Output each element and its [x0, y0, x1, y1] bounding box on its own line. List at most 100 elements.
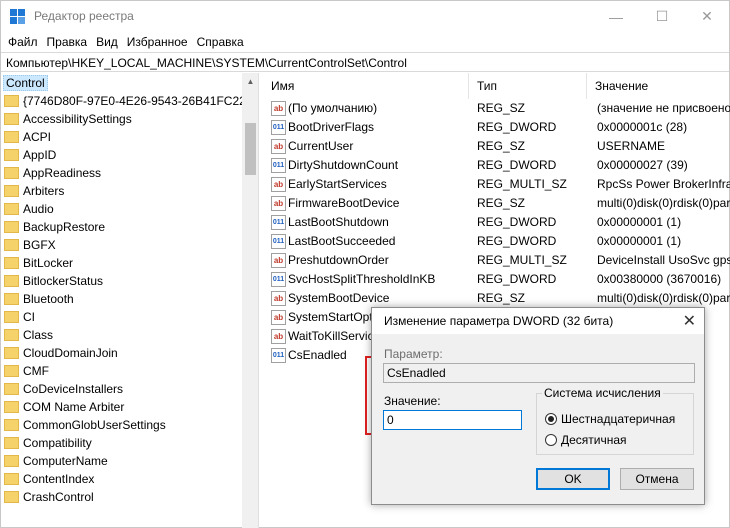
tree-item[interactable]: ComputerName — [1, 452, 243, 470]
value-row[interactable]: ab SystemBootDevice REG_SZ multi(0)disk(0)r… — [263, 289, 730, 308]
menu-view[interactable]: Вид — [96, 35, 125, 49]
base-groupbox: Система исчисления Шестнадцатеричная Дес… — [536, 386, 694, 455]
tree-item[interactable]: COM Name Arbiter — [1, 398, 243, 416]
scroll-up-icon[interactable]: ▲ — [242, 73, 258, 90]
tree-item[interactable]: {7746D80F-97E0-4E26-9543-26B41FC22F79} — [1, 92, 243, 110]
tree-item[interactable]: BitLocker — [1, 254, 243, 272]
binary-value-icon: 011 — [271, 120, 286, 135]
string-value-icon: ab — [271, 196, 286, 211]
value-row[interactable]: ab EarlyStartServices REG_MULTI_SZ RpcSs Po… — [263, 175, 730, 194]
tree-item[interactable]: CI — [1, 308, 243, 326]
value-row[interactable]: ab CurrentUser REG_SZ USERNAME — [263, 137, 730, 156]
tree-item-label: Class — [23, 328, 54, 342]
value-label: Значение: — [384, 394, 441, 408]
value-row[interactable]: 011 DirtyShutdownCount REG_DWORD 0x00000027… — [263, 156, 730, 175]
folder-icon — [4, 365, 19, 377]
scroll-thumb[interactable] — [245, 123, 256, 175]
tree-item[interactable]: AppReadiness — [1, 164, 243, 182]
dialog-close-icon[interactable]: ✕ — [683, 311, 696, 331]
tree-item-label: BitlockerStatus — [23, 274, 104, 288]
value-row[interactable]: 011 BootDriverFlags REG_DWORD 0x0000001c (2… — [263, 118, 730, 137]
tree-item[interactable]: BGFX — [1, 236, 243, 254]
cancel-button[interactable]: Отмена — [620, 468, 694, 490]
tree-item[interactable]: CMF — [1, 362, 243, 380]
folder-icon — [4, 419, 19, 431]
tree-item[interactable]: CoDeviceInstallers — [1, 380, 243, 398]
tree-item[interactable]: Audio — [1, 200, 243, 218]
value-name-cell: FirmwareBootDevice — [288, 196, 400, 210]
address-bar[interactable]: Компьютер\HKEY_LOCAL_MACHINE\SYSTEM\Curr… — [1, 52, 729, 72]
tree-item[interactable]: CrashControl — [1, 488, 243, 506]
tree-item-label: BitLocker — [23, 256, 74, 270]
value-name-cell: (По умолчанию) — [288, 101, 378, 115]
value-type-cell: REG_MULTI_SZ — [477, 253, 567, 267]
dialog-title-bar[interactable]: Изменение параметра DWORD (32 бита) ✕ — [372, 308, 704, 334]
tree-item[interactable]: Control — [1, 74, 243, 92]
folder-icon — [4, 383, 19, 395]
column-value[interactable]: Значение — [587, 73, 730, 99]
tree-item[interactable]: AppID — [1, 146, 243, 164]
string-value-icon: ab — [271, 139, 286, 154]
tree-item[interactable]: BitlockerStatus — [1, 272, 243, 290]
maximize-icon: ☐ — [655, 8, 669, 24]
string-value-icon: ab — [271, 253, 286, 268]
string-value-icon: ab — [271, 329, 286, 344]
menu-help[interactable]: Справка — [197, 35, 251, 49]
tree-scrollbar[interactable]: ▲ — [242, 73, 258, 528]
tree-item-label: Arbiters — [23, 184, 65, 198]
binary-value-icon: 011 — [271, 158, 286, 173]
tree-item[interactable]: CloudDomainJoin — [1, 344, 243, 362]
value-value-cell: DeviceInstall UsoSvc gpsvc — [597, 253, 730, 267]
value-row[interactable]: 011 LastBootShutdown REG_DWORD 0x00000001 (… — [263, 213, 730, 232]
value-type-cell: REG_DWORD — [477, 234, 557, 248]
folder-icon — [4, 185, 19, 197]
string-value-icon: ab — [271, 291, 286, 306]
value-name-cell: PreshutdownOrder — [288, 253, 389, 267]
tree-item[interactable]: ContentIndex — [1, 470, 243, 488]
menu-bar: Файл Правка Вид Избранное Справка — [1, 32, 729, 52]
title-bar[interactable]: Редактор реестра — ☐ ✕ — [1, 1, 729, 32]
menu-file[interactable]: Файл — [8, 35, 45, 49]
tree-item[interactable]: CommonGlobUserSettings — [1, 416, 243, 434]
maximize-button[interactable]: ☐ — [639, 1, 685, 32]
folder-icon — [4, 257, 19, 269]
key-tree[interactable]: Control {7746D80F-97E0-4E26-9543-26B41FC2… — [1, 73, 259, 528]
tree-item[interactable]: Compatibility — [1, 434, 243, 452]
folder-icon — [4, 347, 19, 359]
column-type[interactable]: Тип — [469, 73, 587, 99]
folder-icon — [4, 401, 19, 413]
value-data-input[interactable]: 0 — [383, 410, 522, 430]
tree-item[interactable]: ACPI — [1, 128, 243, 146]
value-row[interactable]: 011 LastBootSucceeded REG_DWORD 0x00000001 … — [263, 232, 730, 251]
close-button[interactable]: ✕ — [684, 1, 730, 32]
param-name-field: CsEnadled — [383, 363, 695, 383]
tree-item[interactable]: Bluetooth — [1, 290, 243, 308]
value-name-cell: CurrentUser — [288, 139, 354, 153]
radio-decimal[interactable]: Десятичная — [545, 433, 627, 447]
tree-item-label: Audio — [23, 202, 54, 216]
menu-edit[interactable]: Правка — [47, 35, 95, 49]
menu-favorites[interactable]: Избранное — [127, 35, 195, 49]
tree-item-label: COM Name Arbiter — [23, 400, 125, 414]
folder-icon — [4, 455, 19, 467]
ok-button[interactable]: OK — [536, 468, 610, 490]
value-value-cell: multi(0)disk(0)rdisk(0)partition — [597, 291, 730, 305]
value-row[interactable]: 011 SvcHostSplitThresholdInKB REG_DWORD 0x0… — [263, 270, 730, 289]
string-value-icon: ab — [271, 177, 286, 192]
tree-item-label: Bluetooth — [23, 292, 74, 306]
value-row[interactable]: ab (По умолчанию) REG_SZ (значение не присв… — [263, 99, 730, 118]
tree-item-label: CommonGlobUserSettings — [23, 418, 166, 432]
column-name[interactable]: Имя — [263, 73, 469, 99]
folder-icon — [4, 167, 19, 179]
tree-item[interactable]: Class — [1, 326, 243, 344]
value-name-cell: SystemBootDevice — [288, 291, 390, 305]
minimize-button[interactable]: — — [593, 1, 639, 32]
tree-item[interactable]: BackupRestore — [1, 218, 243, 236]
value-row[interactable]: ab PreshutdownOrder REG_MULTI_SZ DeviceInst… — [263, 251, 730, 270]
value-row[interactable]: ab FirmwareBootDevice REG_SZ multi(0)disk(0… — [263, 194, 730, 213]
tree-item[interactable]: Arbiters — [1, 182, 243, 200]
tree-item[interactable]: AccessibilitySettings — [1, 110, 243, 128]
radio-hexadecimal[interactable]: Шестнадцатеричная — [545, 412, 675, 426]
value-value-cell: 0x0000001c (28) — [597, 120, 688, 134]
tree-item-label: CloudDomainJoin — [23, 346, 118, 360]
